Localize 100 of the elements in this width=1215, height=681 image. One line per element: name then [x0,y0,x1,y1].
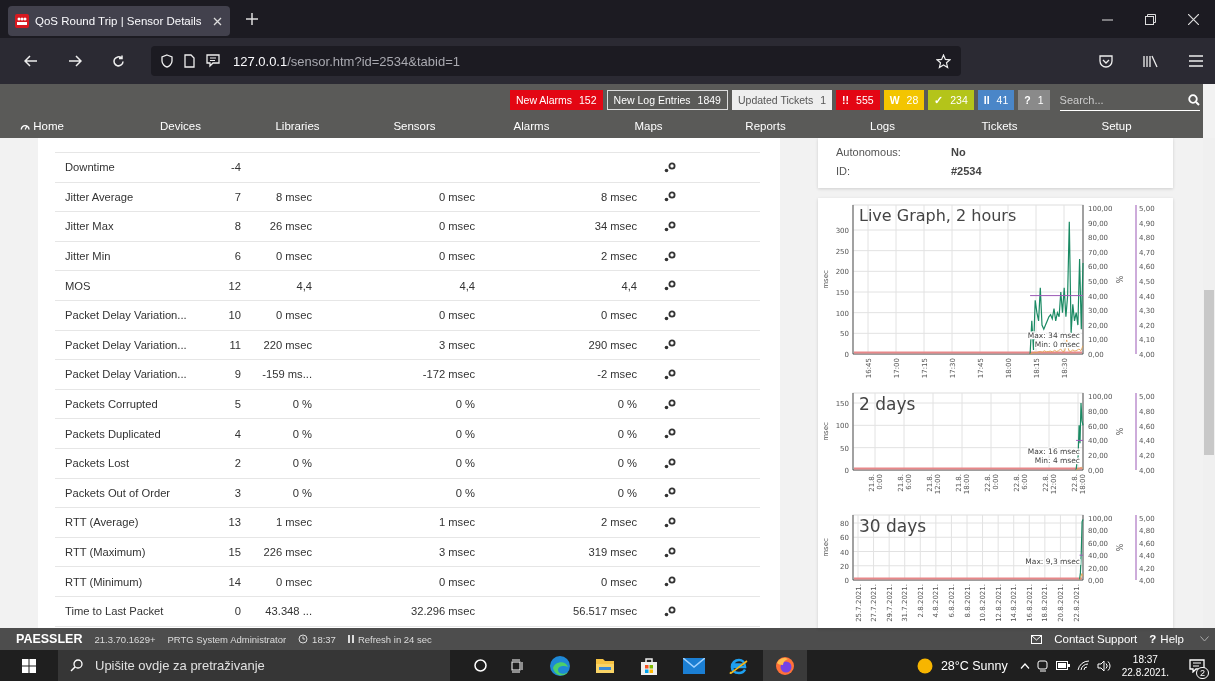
channel-name[interactable]: Downtime [65,161,215,174]
nav-item[interactable]: Reports [707,120,824,132]
gears-icon[interactable] [664,339,676,351]
gears-icon[interactable] [664,576,676,588]
nav-item[interactable]: Home [20,120,64,132]
windows-logo-icon[interactable] [22,658,36,673]
channel-name[interactable]: RTT (Minimum) [65,575,215,588]
channel-name[interactable]: Packet Delay Variation... [65,338,215,351]
close-icon[interactable] [213,16,222,26]
mail-icon[interactable] [683,657,705,674]
channel-id: 11 [229,338,241,351]
pocket-icon[interactable] [1099,54,1113,68]
gears-icon[interactable] [664,546,676,558]
weather-text[interactable]: 28°C Sunny [940,658,1008,673]
channel-name[interactable]: RTT (Average) [65,516,215,529]
reload-icon[interactable] [112,54,125,68]
table-cell: 0 % [292,398,312,411]
channel-name[interactable]: Packet Delay Variation... [65,368,215,381]
help-link[interactable]: Help [1160,633,1184,645]
gears-icon[interactable] [664,161,676,173]
nav-item[interactable]: Libraries [239,120,356,132]
star-icon[interactable] [936,53,951,69]
meet-icon[interactable] [1036,659,1049,672]
browser-logo-icon[interactable] [549,654,571,677]
speaker-icon[interactable] [1096,659,1111,672]
jitter-line [1075,466,1084,471]
gears-icon[interactable] [664,605,676,617]
forward-icon[interactable] [68,55,82,67]
gears-icon[interactable] [664,428,676,440]
taskbar-clock[interactable]: 18:37 22.8.2021. [1121,652,1169,679]
gears-icon[interactable] [664,516,676,528]
channel-name[interactable]: RTT (Maximum) [65,546,215,558]
status-badge[interactable]: New Log Entries 1849 [606,90,728,110]
menu-icon[interactable] [1189,55,1203,67]
nav-item[interactable]: Sensors [356,120,473,132]
table-cell: 0 % [292,486,312,499]
channel-name[interactable]: Jitter Max [65,220,215,233]
address-bar[interactable]: 127.0.0.1/sensor.htm?id=2534&tabid=1 [151,46,961,76]
table-cell: 0 % [617,486,637,499]
status-badge[interactable]: !! 555 [836,90,880,110]
contact-support-link[interactable]: Contact Support [1054,633,1138,645]
table-cell: 3 msec [438,546,475,558]
channel-name[interactable]: Packets Corrupted [65,398,215,411]
chevron-up-icon[interactable] [1019,662,1030,669]
restore-icon[interactable] [1145,13,1156,25]
table-cell: 0 msec [438,575,475,588]
nav-item[interactable]: Alarms [473,120,590,132]
back-icon[interactable] [24,55,38,67]
detail-value: No [951,145,966,158]
channel-id: 4 [234,427,241,440]
gears-icon[interactable] [664,398,676,410]
gears-icon[interactable] [664,280,676,292]
task-view-icon[interactable] [511,658,525,673]
gears-icon[interactable] [664,221,676,232]
gears-icon[interactable] [664,250,676,262]
wifi-icon[interactable] [1076,660,1090,671]
version-text: 21.3.70.1629+ [94,633,156,645]
library-icon[interactable] [1143,54,1159,68]
nav-item[interactable]: Logs [824,120,941,132]
status-badge[interactable]: New Alarms 152 [510,90,603,110]
table-cell: 56.517 msec [572,605,637,618]
channel-name[interactable]: MOS [65,279,215,292]
gears-icon[interactable] [664,487,676,499]
fox-globe-icon [775,655,795,676]
channel-name[interactable]: Jitter Min [65,250,215,263]
gears-icon[interactable] [664,191,676,203]
table-cell: 0 % [617,427,637,440]
firefox-taskbar-button[interactable] [763,650,807,681]
nav-item[interactable]: Setup [1058,120,1175,132]
user-name: PRTG System Administrator [167,633,287,645]
status-badge[interactable]: Updated Tickets 1 [731,90,833,110]
channel-name[interactable]: Packets Duplicated [65,427,215,440]
gears-icon[interactable] [664,309,676,321]
search-field[interactable]: Search... [1059,89,1200,111]
nav-item[interactable]: Maps [590,120,707,132]
gears-icon[interactable] [664,368,676,380]
nav-item[interactable]: Tickets [941,120,1058,132]
channel-name[interactable]: Packets Out of Order [65,486,215,499]
new-tab-icon[interactable] [246,13,258,25]
search-input[interactable]: Search... [1059,93,1188,106]
nav-item[interactable]: Devices [122,120,239,132]
close-icon[interactable] [1188,13,1199,25]
folder-icon[interactable] [595,657,615,674]
channel-name[interactable]: Jitter Average [65,190,215,203]
channel-id: 2 [234,457,241,470]
scroll-down-icon[interactable] [1200,636,1209,642]
channel-name[interactable]: Time to Last Packet [65,605,215,618]
pause-icon[interactable] [347,635,354,643]
browser-tab[interactable]: QoS Round Trip | Sensor Details [8,6,230,36]
taskbar-search-field[interactable]: Upišite ovdje za pretraživanje [58,650,450,681]
graph-title: 30 days [859,516,927,536]
battery-icon[interactable] [1055,661,1070,670]
channel-name[interactable]: Packets Lost [65,457,215,470]
search-input[interactable]: Upišite ovdje za pretraživanje [93,657,397,674]
status-badge[interactable]: II 41 [977,90,1015,110]
channel-name[interactable]: Packet Delay Variation... [65,309,215,322]
gears-icon[interactable] [664,457,676,469]
circle-icon[interactable] [474,659,487,672]
table-cell: 0 % [455,427,475,440]
store-bag-icon[interactable] [639,655,659,676]
